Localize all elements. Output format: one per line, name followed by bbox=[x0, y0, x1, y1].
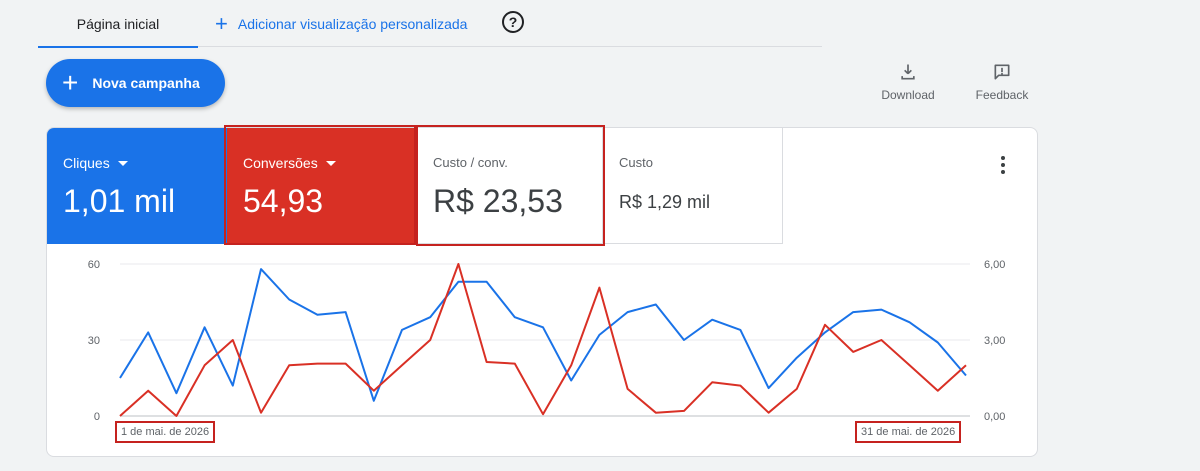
y-left-tick-label: 30 bbox=[88, 335, 100, 347]
metric-conversions-label: Conversões bbox=[243, 155, 318, 171]
metric-cost[interactable]: Custo R$ 1,29 mil bbox=[603, 128, 783, 244]
date-end-label: 31 de mai. de 2026 bbox=[855, 421, 962, 443]
chevron-down-icon bbox=[117, 160, 128, 166]
metric-clicks-label: Cliques bbox=[63, 155, 110, 171]
metric-cost-per-conversion-label: Custo / conv. bbox=[433, 155, 508, 170]
tab-home[interactable]: Página inicial bbox=[38, 0, 198, 48]
download-label: Download bbox=[881, 88, 935, 102]
y-right-tick-label: 3,00 bbox=[984, 335, 1005, 347]
metric-conversions-value: 54,93 bbox=[243, 183, 324, 219]
help-icon[interactable]: ? bbox=[502, 11, 524, 33]
chevron-down-icon bbox=[325, 160, 336, 166]
y-left-tick-label: 60 bbox=[88, 259, 100, 271]
feedback-button[interactable]: Feedback bbox=[970, 62, 1034, 102]
view-tabs: Página inicial + Adicionar visualização … bbox=[38, 0, 822, 48]
metric-clicks[interactable]: Cliques 1,01 mil bbox=[47, 128, 227, 244]
y-right-tick-label: 6,00 bbox=[984, 259, 1005, 271]
y-left-tick-label: 0 bbox=[94, 411, 100, 423]
new-campaign-button[interactable]: + Nova campanha bbox=[46, 59, 225, 107]
new-campaign-label: Nova campanha bbox=[92, 75, 200, 91]
metric-cost-value: R$ 1,29 mil bbox=[619, 192, 711, 212]
series-line-cliques bbox=[119, 268, 967, 402]
plus-icon: + bbox=[62, 67, 79, 98]
download-button[interactable]: Download bbox=[874, 62, 942, 102]
metric-cost-per-conversion-value: R$ 23,53 bbox=[433, 183, 563, 219]
date-start-label: 1 de mai. de 2026 bbox=[115, 421, 216, 443]
metric-cost-label: Custo bbox=[619, 155, 653, 170]
performance-chart: 0 0,00 30 3,00 60 6,00 1 de mai. de 2026 31 d… bbox=[46, 244, 1038, 457]
tab-add-custom-view-label: Adicionar visualização personalizada bbox=[237, 15, 468, 32]
metric-conversions[interactable]: Conversões 54,93 bbox=[227, 128, 417, 244]
more-options-icon[interactable] bbox=[999, 156, 1007, 174]
y-right-tick-label: 0,00 bbox=[984, 411, 1005, 423]
plus-icon: + bbox=[215, 10, 228, 36]
tab-add-custom-view[interactable]: + Adicionar visualização personalizada bbox=[215, 0, 467, 47]
download-icon bbox=[901, 64, 915, 80]
feedback-icon bbox=[994, 64, 1010, 80]
feedback-label: Feedback bbox=[975, 88, 1029, 102]
metric-clicks-value: 1,01 mil bbox=[63, 183, 176, 219]
metric-cost-per-conversion[interactable]: Custo / conv. R$ 23,53 bbox=[417, 128, 603, 244]
